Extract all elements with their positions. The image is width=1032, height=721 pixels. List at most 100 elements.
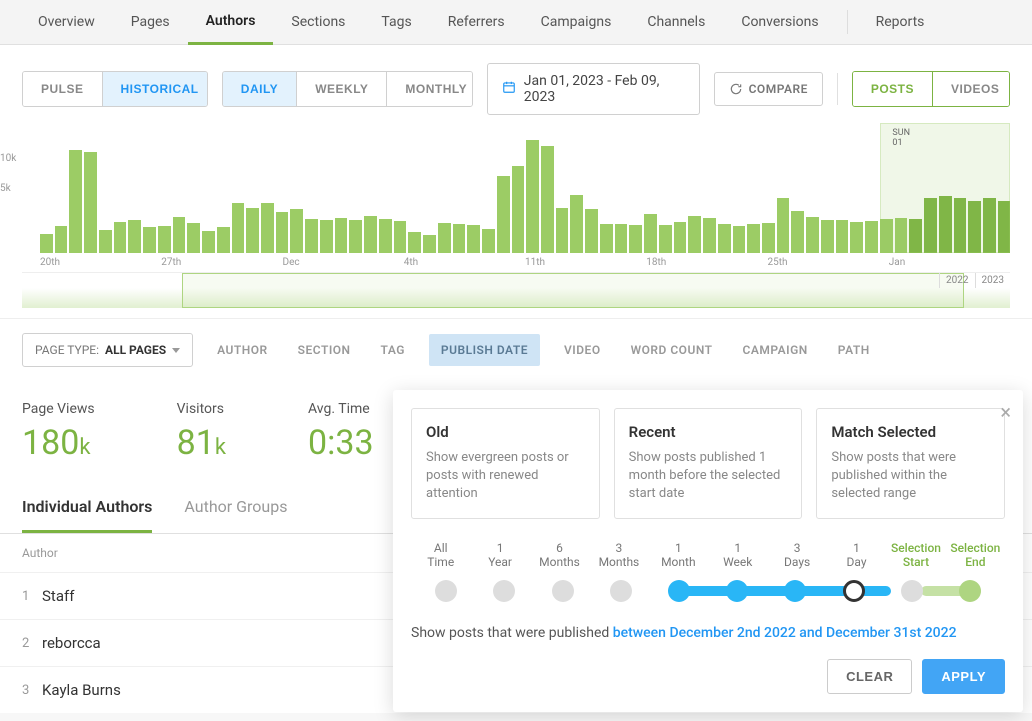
nav-campaigns[interactable]: Campaigns (523, 0, 630, 45)
card-old[interactable]: OldShow evergreen posts or posts with re… (411, 408, 600, 519)
chart-bar[interactable] (202, 231, 215, 253)
slider-dot[interactable] (475, 580, 533, 602)
chart-bar[interactable] (261, 203, 274, 253)
chart-bar[interactable] (762, 223, 775, 253)
compare-button[interactable]: COMPARE (714, 72, 823, 106)
chart-bar[interactable] (55, 226, 68, 253)
chart-bar[interactable] (394, 221, 407, 253)
slider-dot[interactable] (824, 580, 882, 602)
chart-bar[interactable] (349, 220, 362, 253)
chart-bar[interactable] (467, 225, 480, 253)
chart-bar[interactable] (585, 209, 598, 253)
slider-dot[interactable] (533, 580, 591, 602)
chart-bar[interactable] (84, 152, 97, 253)
chart-bar[interactable] (747, 224, 760, 253)
chart-bar[interactable] (850, 222, 863, 253)
nav-overview[interactable]: Overview (20, 0, 113, 45)
chart-bar[interactable] (232, 203, 245, 253)
filter-video[interactable]: VIDEO (558, 334, 607, 366)
seg-gran-monthly[interactable]: MONTHLY (387, 72, 472, 106)
tab-individual-authors[interactable]: Individual Authors (22, 483, 152, 533)
summary-link[interactable]: between December 2nd 2022 and December 3… (613, 625, 957, 641)
card-recent[interactable]: RecentShow posts published 1 month befor… (614, 408, 803, 519)
chart-minimap[interactable]: 20222023 (22, 272, 1010, 308)
seg-mode-historical[interactable]: HISTORICAL (103, 72, 208, 106)
chart-bar[interactable] (217, 227, 230, 253)
chart-bar[interactable] (99, 230, 112, 253)
nav-referrers[interactable]: Referrers (430, 0, 523, 45)
chart-bar[interactable] (821, 220, 834, 253)
seg-gran-weekly[interactable]: WEEKLY (297, 72, 387, 106)
chart-bar[interactable] (173, 217, 186, 253)
chart-bar[interactable] (453, 224, 466, 253)
chart-bar[interactable] (379, 219, 392, 253)
slider-dot[interactable] (650, 580, 708, 602)
nav-authors[interactable]: Authors (188, 0, 274, 45)
slider-dot[interactable] (941, 580, 999, 602)
card-match-selected[interactable]: Match SelectedShow posts that were publi… (816, 408, 1005, 519)
chart-bar[interactable] (40, 234, 53, 253)
slider-track[interactable] (411, 579, 1005, 603)
nav-sections[interactable]: Sections (273, 0, 363, 45)
chart-bar[interactable] (128, 220, 141, 253)
chart-bar[interactable] (408, 232, 421, 253)
slider-dot[interactable] (592, 580, 650, 602)
chart-bar[interactable] (423, 235, 436, 253)
chart-bar[interactable] (497, 176, 510, 253)
chart-bar[interactable] (556, 208, 569, 253)
seg-gran-daily[interactable]: DAILY (223, 72, 297, 106)
chart-bar[interactable] (482, 229, 495, 253)
chart-bar[interactable] (674, 222, 687, 253)
slider-dot[interactable] (883, 580, 941, 602)
chart-bar[interactable] (629, 225, 642, 253)
chart-bar[interactable] (806, 217, 819, 253)
chart-bar[interactable] (791, 211, 804, 253)
nav-channels[interactable]: Channels (629, 0, 723, 45)
tab-author-groups[interactable]: Author Groups (184, 483, 287, 533)
chart-bar[interactable] (158, 226, 171, 253)
nav-pages[interactable]: Pages (113, 0, 188, 45)
nav-conversions[interactable]: Conversions (723, 0, 836, 45)
chart-bar[interactable] (320, 220, 333, 253)
chart-bar[interactable] (541, 146, 554, 253)
chart-bar[interactable] (615, 224, 628, 253)
chart-bar[interactable] (777, 198, 790, 253)
chart-bar[interactable] (644, 214, 657, 253)
chart-bar[interactable] (290, 209, 303, 253)
chart-bar[interactable] (836, 220, 849, 253)
filter-section[interactable]: SECTION (292, 334, 357, 366)
chart-bar[interactable] (335, 218, 348, 253)
chart-bar[interactable] (305, 219, 318, 253)
chart-bar[interactable] (570, 195, 583, 253)
chart-bar[interactable] (364, 216, 377, 253)
apply-button[interactable]: APPLY (922, 659, 1005, 694)
seg-content-videos[interactable]: VIDEOS (933, 72, 1010, 106)
chart-bar[interactable] (512, 166, 525, 253)
minimap-selection[interactable] (182, 273, 964, 308)
chart-bar[interactable] (526, 140, 539, 253)
slider-dot[interactable] (708, 580, 766, 602)
chart-bar[interactable] (659, 225, 672, 253)
chart-bar[interactable] (438, 223, 451, 253)
chart-bar[interactable] (865, 221, 878, 253)
chart-bar[interactable] (703, 218, 716, 253)
chart-bar[interactable] (246, 208, 259, 253)
slider-dot[interactable] (766, 580, 824, 602)
chart-bar[interactable] (69, 150, 82, 253)
filter-publish-date[interactable]: PUBLISH DATE (429, 334, 540, 366)
filter-campaign[interactable]: CAMPAIGN (737, 334, 814, 366)
chart-bar[interactable] (733, 226, 746, 253)
chart-bar[interactable] (187, 223, 200, 253)
filter-author[interactable]: AUTHOR (211, 334, 274, 366)
close-icon[interactable]: × (1000, 400, 1011, 424)
chart-bar[interactable] (276, 212, 289, 253)
bar-chart[interactable]: SUN 01 (22, 133, 1010, 253)
chart-bar[interactable] (718, 224, 731, 253)
date-range-picker[interactable]: Jan 01, 2023 - Feb 09, 2023 (487, 63, 700, 115)
page-type-dropdown[interactable]: PAGE TYPE: ALL PAGES (22, 333, 193, 367)
seg-mode-pulse[interactable]: PULSE (23, 72, 103, 106)
clear-button[interactable]: CLEAR (827, 659, 912, 694)
filter-tag[interactable]: TAG (375, 334, 411, 366)
seg-content-posts[interactable]: POSTS (853, 72, 933, 106)
filter-path[interactable]: PATH (832, 334, 876, 366)
